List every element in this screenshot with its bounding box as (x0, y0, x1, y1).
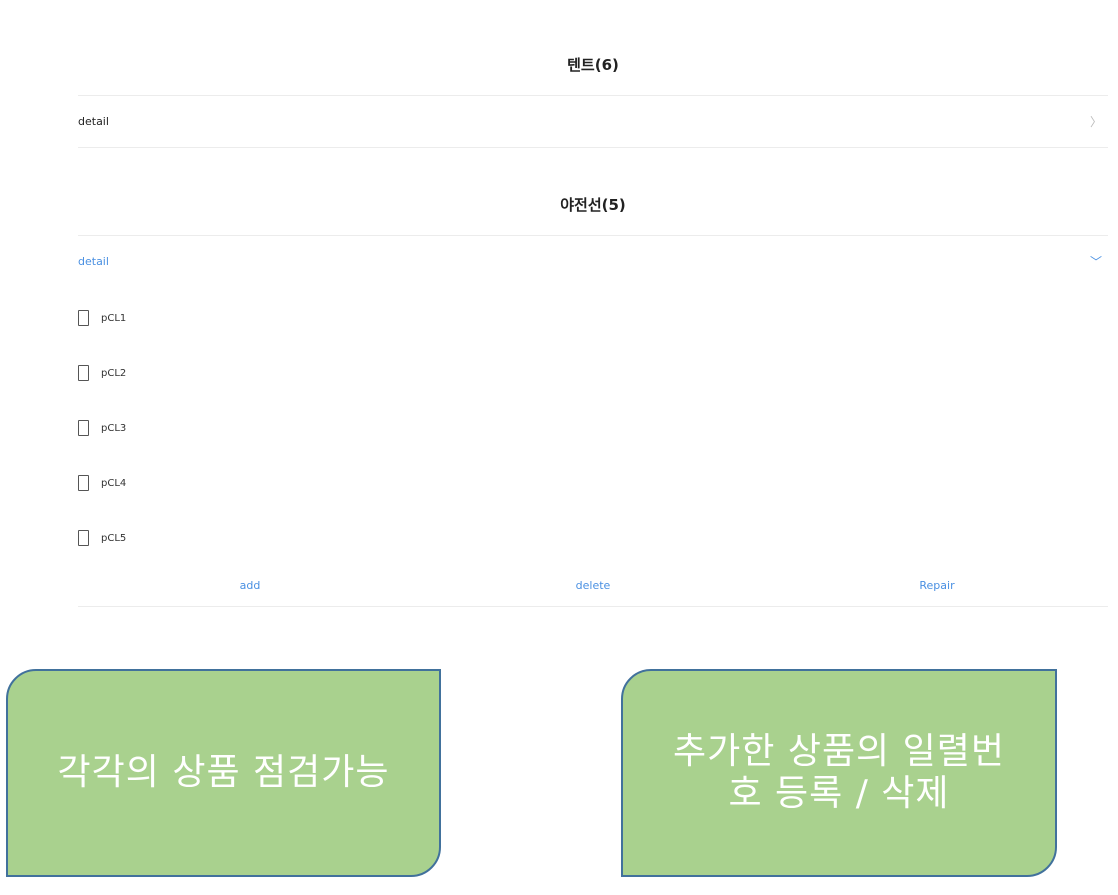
item-label: pCL2 (101, 367, 127, 379)
callout-left: 각각의 상품 점검가능 (6, 669, 441, 877)
checkbox[interactable] (78, 365, 89, 381)
callout-left-text: 각각의 상품 점검가능 (57, 752, 390, 793)
group-title-cable: 야전선(5) (560, 196, 626, 214)
delete-button[interactable]: delete (533, 578, 653, 594)
detail-label: detail (78, 255, 109, 268)
tent-detail-row[interactable]: detail 〉 (78, 112, 1108, 132)
list-item[interactable]: pCL1 (78, 308, 126, 328)
chevron-right-icon: 〉 (1089, 115, 1102, 129)
chevron-down-icon: ﹀ (1089, 255, 1102, 269)
callout-right-text: 추가한 상품의 일렬번호 등록 / 삭제 (673, 731, 1005, 814)
divider (78, 606, 1108, 607)
item-label: pCL1 (101, 312, 127, 324)
list-item[interactable]: pCL2 (78, 363, 126, 383)
divider (78, 235, 1108, 236)
item-label: pCL4 (101, 477, 127, 489)
item-label: pCL3 (101, 422, 127, 434)
list-item[interactable]: pCL3 (78, 418, 126, 438)
list-item[interactable]: pCL4 (78, 473, 126, 493)
callout-right: 추가한 상품의 일렬번호 등록 / 삭제 (621, 669, 1057, 877)
repair-button[interactable]: Repair (877, 578, 997, 594)
detail-label: detail (78, 115, 109, 128)
item-label: pCL5 (101, 532, 127, 544)
list-item[interactable]: pCL5 (78, 528, 126, 548)
checkbox[interactable] (78, 530, 89, 546)
divider (78, 147, 1108, 148)
checkbox[interactable] (78, 475, 89, 491)
checkbox[interactable] (78, 420, 89, 436)
add-button[interactable]: add (190, 578, 310, 594)
group-title-tent: 텐트(6) (567, 56, 619, 74)
checkbox[interactable] (78, 310, 89, 326)
cable-detail-row[interactable]: detail ﹀ (78, 252, 1108, 272)
divider (78, 95, 1108, 96)
